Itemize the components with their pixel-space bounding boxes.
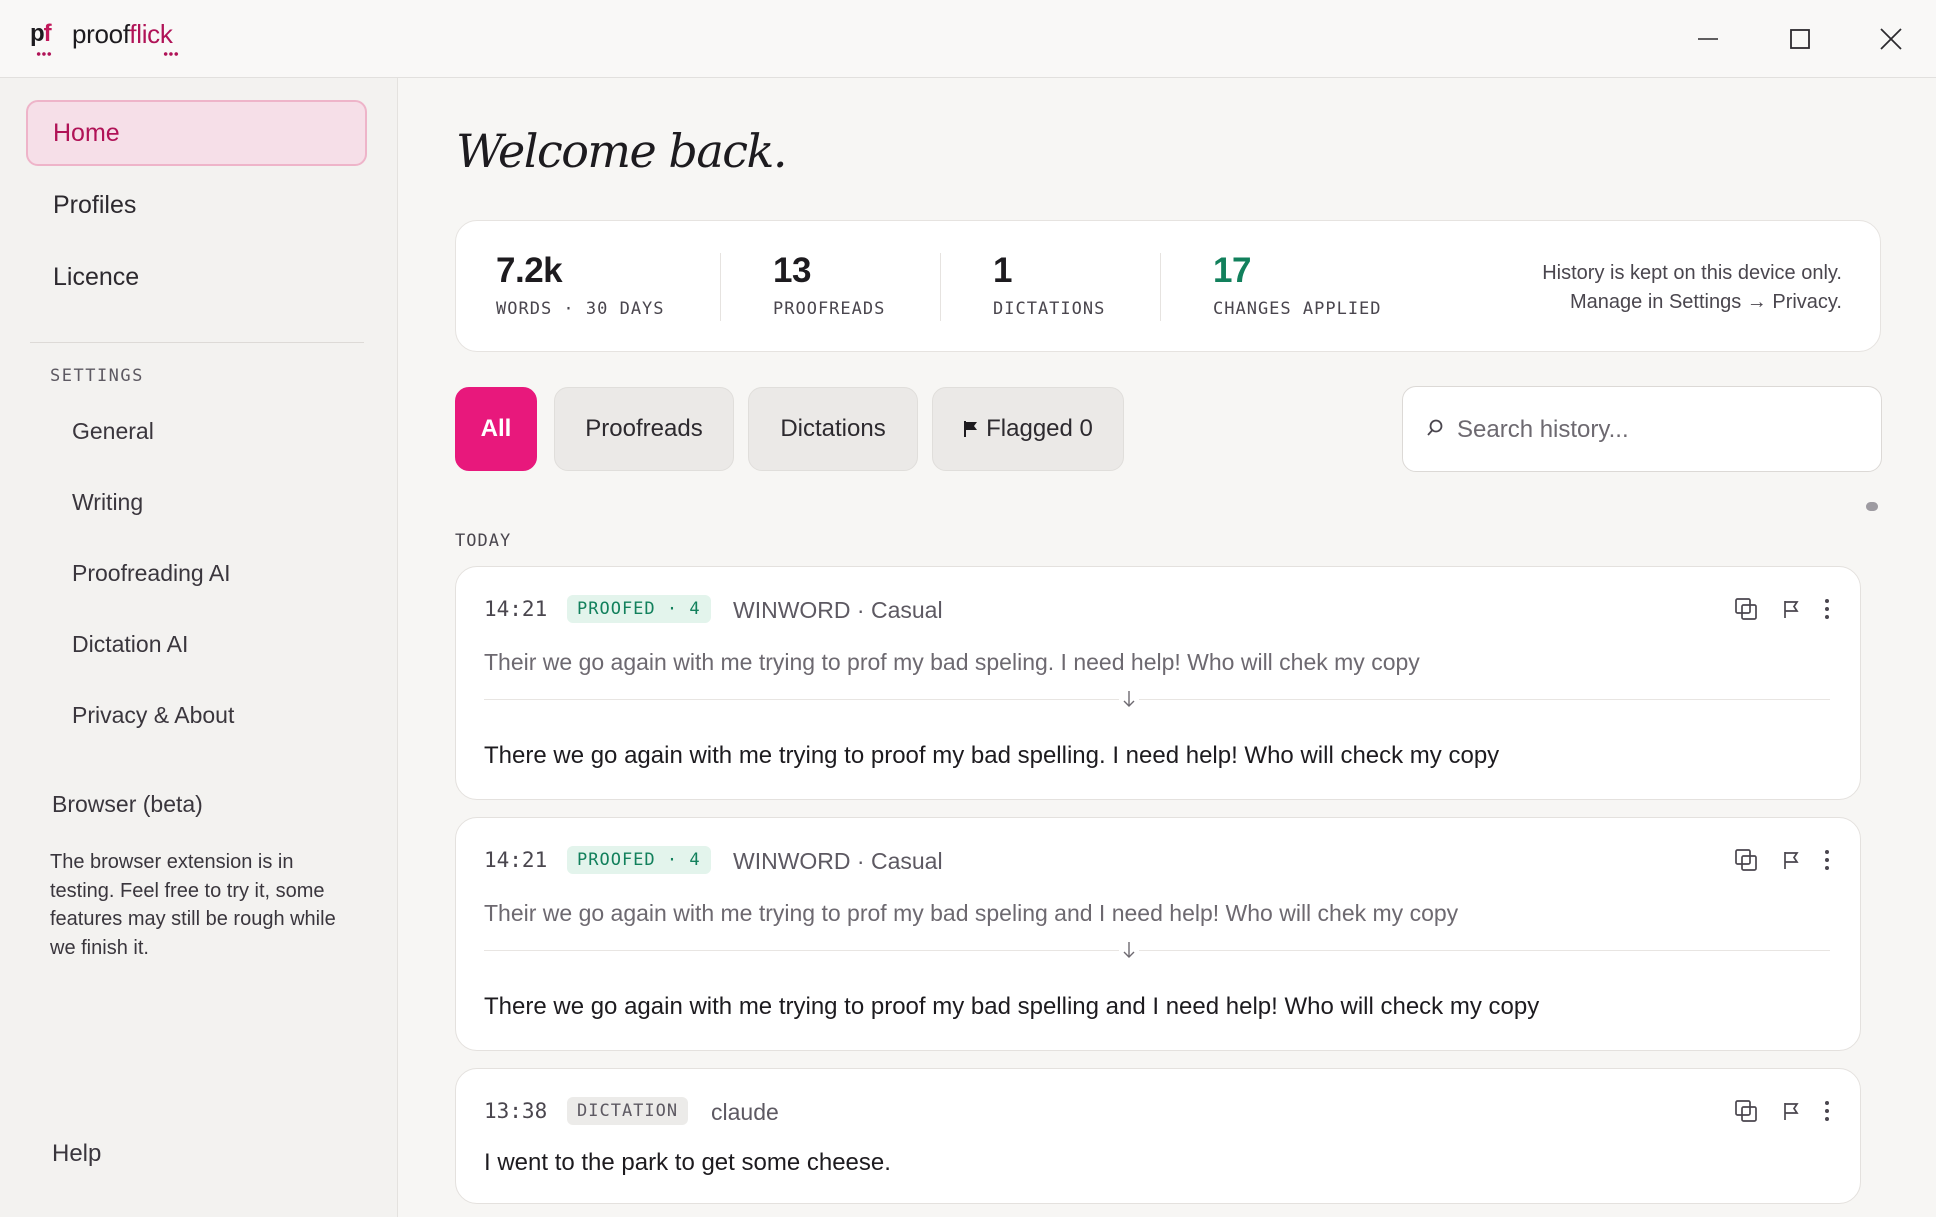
stat-words: 7.2k WORDS · 30 DAYS (496, 251, 665, 319)
page-title: Welcome back. (456, 124, 788, 178)
close-icon (1880, 28, 1902, 50)
sidebar-item-licence[interactable]: Licence (26, 244, 367, 310)
filter-flagged-button[interactable]: Flagged 0 (932, 387, 1124, 471)
entry-actions (1734, 1099, 1830, 1128)
sidebar-item-writing[interactable]: Writing (72, 489, 143, 516)
entry-actions (1734, 597, 1830, 626)
maximize-button[interactable] (1780, 22, 1820, 56)
flag-icon (1784, 601, 1799, 618)
stat-dictations: 1 DICTATIONS (993, 251, 1105, 319)
copy-button[interactable] (1734, 848, 1758, 877)
search-input[interactable] (1455, 409, 1859, 451)
copy-icon (1735, 849, 1757, 871)
entry-source: claude (711, 1099, 779, 1125)
sidebar-item-browser-beta[interactable]: Browser (beta) (52, 791, 203, 818)
more-button[interactable] (1824, 849, 1830, 876)
entry-status-badge: PROOFED · 4 (567, 595, 711, 623)
stat-label: WORDS · 30 DAYS (496, 299, 665, 319)
sidebar-item-general[interactable]: General (72, 418, 154, 445)
close-button[interactable] (1871, 22, 1911, 56)
stat-value: 7.2k (496, 251, 563, 290)
copy-icon (1735, 1100, 1757, 1122)
copy-icon (1735, 598, 1757, 620)
sidebar-item-home[interactable]: Home (26, 100, 367, 166)
stat-value: 13 (773, 251, 811, 290)
browser-beta-description: The browser extension is in testing. Fee… (50, 851, 336, 959)
history-entry[interactable]: 13:38 DICTATION claude I went to the par… (455, 1068, 1861, 1204)
app-logo: pf (30, 20, 52, 47)
title-bar: pf proofflick (0, 0, 1936, 78)
stat-separator (720, 253, 721, 321)
arrow-down-icon (1119, 941, 1139, 961)
entry-original-text: Their we go again with me trying to prof… (484, 649, 1420, 675)
entry-status-badge: PROOFED · 4 (567, 846, 711, 874)
flag-icon (1784, 1103, 1799, 1120)
sidebar-item-help[interactable]: Help (52, 1140, 101, 1168)
stat-value: 17 (1213, 251, 1251, 290)
flag-icon (964, 421, 978, 437)
flag-button[interactable] (1782, 599, 1800, 624)
flag-button[interactable] (1782, 1101, 1800, 1126)
sidebar: Home Profiles Licence SETTINGS General W… (0, 78, 398, 1217)
stat-changes-applied: 17 CHANGES APPLIED (1213, 251, 1382, 319)
minimize-button[interactable] (1688, 22, 1728, 56)
entry-time: 14:21 (484, 848, 548, 872)
entry-actions (1734, 848, 1830, 877)
entry-corrected-text: There we go again with me trying to proo… (484, 993, 1540, 1020)
flag-button[interactable] (1782, 850, 1800, 875)
sidebar-item-privacy-about[interactable]: Privacy & About (72, 702, 234, 729)
app-name: proofflick (72, 19, 173, 49)
brand-dots (163, 52, 179, 56)
history-privacy-note: History is kept on this device only. Man… (1542, 259, 1842, 317)
entry-divider (484, 950, 1830, 951)
logo-dots (36, 52, 52, 56)
copy-button[interactable] (1734, 597, 1758, 626)
stat-proofreads: 13 PROOFREADS (773, 251, 885, 319)
settings-section-label: SETTINGS (50, 366, 144, 386)
filter-flagged-label: Flagged 0 (986, 415, 1093, 442)
search-box (1402, 386, 1882, 472)
stat-label: PROOFREADS (773, 299, 886, 319)
more-button[interactable] (1824, 1100, 1830, 1127)
entry-divider (484, 699, 1830, 700)
filter-dictations-button[interactable]: Dictations (748, 387, 918, 471)
entry-time: 14:21 (484, 597, 548, 621)
flag-icon (1784, 852, 1799, 869)
search-icon (1427, 419, 1443, 436)
entry-original-text: Their we go again with me trying to prof… (484, 900, 1459, 926)
sidebar-item-dictation-ai[interactable]: Dictation AI (72, 631, 188, 658)
scrollbar-thumb[interactable] (1866, 502, 1878, 511)
entry-source: WINWORD · Casual (733, 848, 943, 874)
entry-corrected-text: There we go again with me trying to proo… (484, 742, 1500, 769)
filter-all-button[interactable]: All (455, 387, 537, 471)
day-group-label: TODAY (455, 531, 512, 551)
stat-separator (1160, 253, 1161, 321)
privacy-settings-link[interactable]: Manage in Settings → Privacy. (1542, 288, 1842, 317)
filter-proofreads-button[interactable]: Proofreads (554, 387, 734, 471)
more-vertical-icon (1825, 599, 1829, 619)
stats-card: 7.2k WORDS · 30 DAYS 13 PROOFREADS 1 DIC… (455, 220, 1881, 352)
minimize-icon (1698, 38, 1718, 40)
stat-value: 1 (993, 251, 1012, 290)
arrow-down-icon (1119, 690, 1139, 710)
stat-label: CHANGES APPLIED (1213, 299, 1382, 319)
stat-label: DICTATIONS (993, 299, 1106, 319)
entry-status-badge: DICTATION (567, 1097, 689, 1125)
more-vertical-icon (1825, 850, 1829, 870)
entry-dictation-text: I went to the park to get some cheese. (484, 1149, 891, 1176)
more-vertical-icon (1825, 1101, 1829, 1121)
sidebar-item-proofreading-ai[interactable]: Proofreading AI (72, 560, 231, 587)
more-button[interactable] (1824, 598, 1830, 625)
history-entry[interactable]: 14:21 PROOFED · 4 WINWORD · Casual Their… (455, 817, 1861, 1051)
history-entry[interactable]: 14:21 PROOFED · 4 WINWORD · Casual Their… (455, 566, 1861, 800)
entry-source: WINWORD · Casual (733, 597, 943, 623)
maximize-icon (1790, 29, 1810, 49)
sidebar-divider (30, 342, 364, 343)
copy-button[interactable] (1734, 1099, 1758, 1128)
sidebar-item-profiles[interactable]: Profiles (26, 172, 367, 238)
entry-time: 13:38 (484, 1099, 548, 1123)
stat-separator (940, 253, 941, 321)
